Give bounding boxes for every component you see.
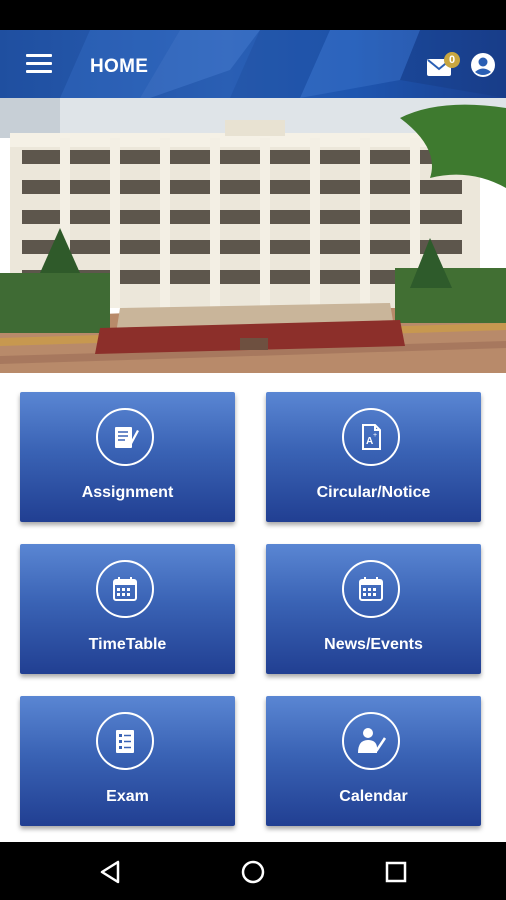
recents-icon[interactable] bbox=[383, 859, 409, 885]
menu-icon[interactable] bbox=[26, 54, 52, 74]
account-icon[interactable] bbox=[470, 52, 496, 78]
app-bar: HOME 0 bbox=[0, 30, 506, 98]
circular-notice-icon: A + bbox=[362, 424, 381, 450]
college-building-photo bbox=[0, 98, 506, 373]
circular-notice-tile[interactable]: A + Circular/Notice bbox=[266, 392, 481, 522]
timetable-icon-ring bbox=[96, 560, 154, 618]
assignment-icon-ring bbox=[96, 408, 154, 466]
tile-label: Circular/Notice bbox=[316, 484, 431, 501]
timetable-icon bbox=[113, 577, 137, 601]
system-nav-bar bbox=[0, 842, 506, 900]
exam-icon-ring bbox=[96, 712, 154, 770]
calendar-icon-ring bbox=[342, 712, 400, 770]
status-bar bbox=[0, 0, 506, 30]
tile-label: Calendar bbox=[339, 788, 408, 805]
back-icon[interactable] bbox=[98, 859, 124, 885]
timetable-tile[interactable]: TimeTable bbox=[20, 544, 235, 674]
svg-text:+: + bbox=[373, 432, 377, 439]
assignment-icon bbox=[115, 427, 139, 448]
circular-notice-icon-ring: A + bbox=[342, 408, 400, 466]
tile-label: TimeTable bbox=[88, 636, 167, 653]
news-events-icon-ring bbox=[342, 560, 400, 618]
calendar-teacher-icon bbox=[358, 728, 387, 753]
exam-icon bbox=[116, 730, 134, 753]
calendar-tile[interactable]: Calendar bbox=[266, 696, 481, 826]
exam-tile[interactable]: Exam bbox=[20, 696, 235, 826]
assignment-tile[interactable]: Assignment bbox=[20, 392, 235, 522]
news-events-tile[interactable]: News/Events bbox=[266, 544, 481, 674]
news-events-icon bbox=[359, 577, 383, 601]
page-title: HOME bbox=[90, 56, 149, 77]
home-icon[interactable] bbox=[240, 859, 266, 885]
mail-count-badge: 0 bbox=[444, 52, 460, 68]
tile-label: News/Events bbox=[324, 636, 423, 653]
tile-label: Assignment bbox=[81, 484, 174, 501]
tile-label: Exam bbox=[106, 788, 149, 805]
